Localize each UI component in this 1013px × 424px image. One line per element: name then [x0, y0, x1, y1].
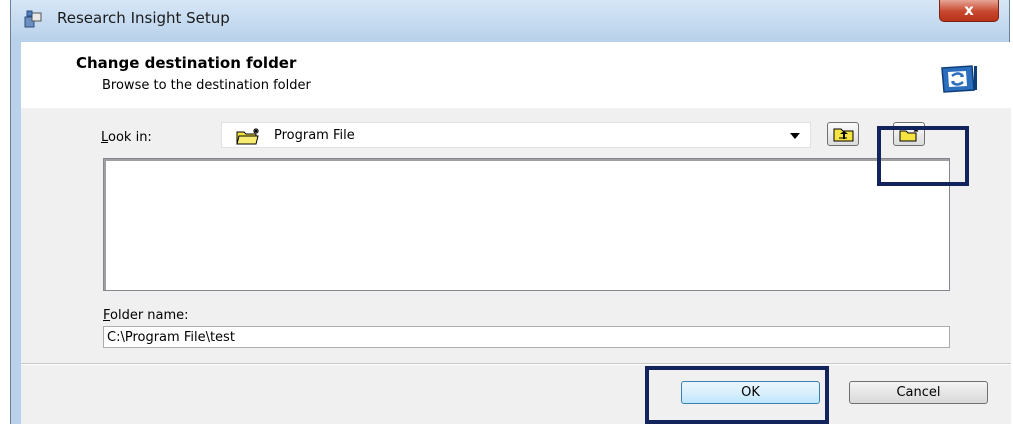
chevron-down-icon[interactable]: [790, 133, 800, 139]
look-in-label-text: ook in:: [108, 130, 152, 145]
look-in-accelerator: L: [101, 130, 109, 145]
new-folder-icon: [236, 127, 262, 145]
title-bar[interactable]: Research Insight Setup x: [11, 0, 1009, 36]
wizard-header: Change destination folder Browse to the …: [21, 42, 1011, 109]
window-title: Research Insight Setup: [57, 9, 230, 27]
look-in-dropdown[interactable]: Program File: [221, 122, 811, 148]
look-in-value: Program File: [274, 128, 355, 143]
look-in-label: Look in:: [101, 130, 152, 145]
footer-divider-highlight: [21, 364, 1011, 365]
page-subtitle: Browse to the destination folder: [102, 78, 311, 93]
close-button[interactable]: x: [939, 0, 999, 22]
folder-name-label-text: older name:: [110, 308, 189, 323]
create-new-folder-button[interactable]: [893, 122, 925, 146]
folder-list[interactable]: [103, 158, 950, 291]
up-one-level-button[interactable]: [827, 122, 859, 146]
setup-app-icon: [23, 9, 43, 29]
folder-name-accelerator: F: [103, 308, 111, 323]
folder-name-label: Folder name:: [103, 308, 189, 323]
setup-window: Research Insight Setup x Change destinat…: [10, 0, 1011, 424]
folder-name-input[interactable]: [103, 326, 950, 348]
dialog-content: Look in: Program File Folder name: C:\Pr…: [21, 108, 1011, 424]
page-title: Change destination folder: [76, 54, 297, 72]
refresh-folder-icon: [938, 62, 978, 94]
cancel-button[interactable]: Cancel: [849, 381, 988, 404]
ok-button[interactable]: OK: [681, 381, 820, 404]
